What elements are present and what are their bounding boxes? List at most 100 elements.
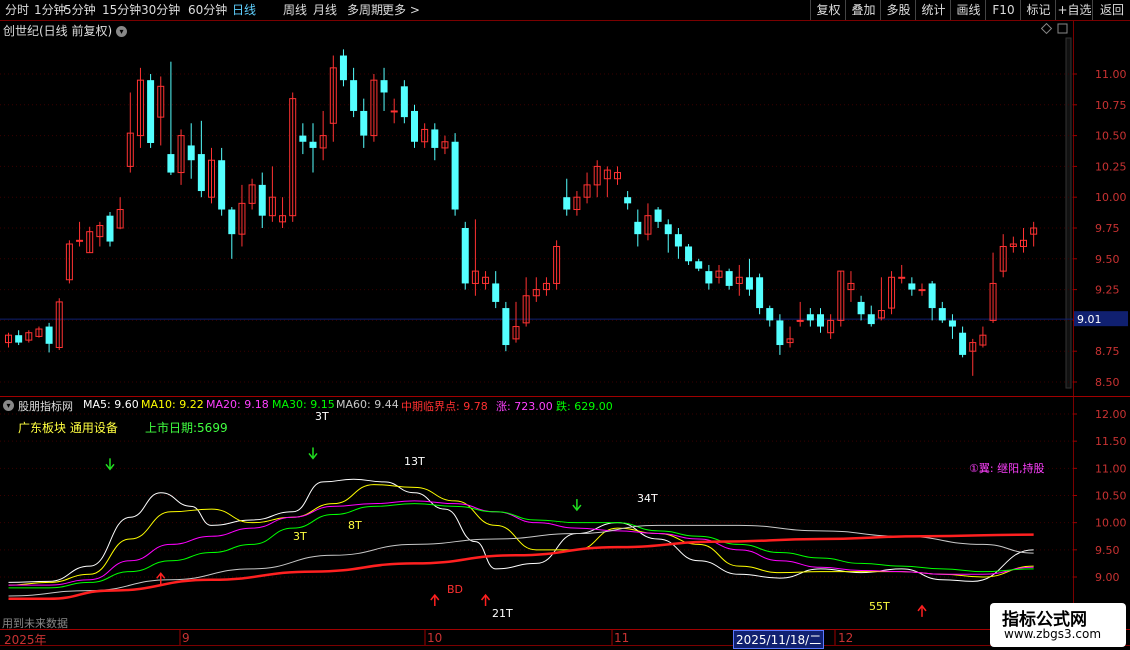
ma10-value: MA10: 9.22 <box>141 398 204 411</box>
price-tick-label: 11.00 <box>1095 68 1127 81</box>
candle-down <box>258 184 266 216</box>
candle-down <box>461 228 469 284</box>
current-price-label: 9.01 <box>1077 313 1102 326</box>
diamond-icon <box>1040 22 1053 35</box>
down-value: 跌: 629.00 <box>556 400 613 413</box>
candle-down <box>959 332 967 355</box>
candle-up <box>76 239 84 242</box>
label-8t: 8T <box>348 519 362 532</box>
candle-down <box>400 86 408 118</box>
square-icon <box>1057 23 1068 34</box>
price-tick-label: 9.75 <box>1095 222 1120 235</box>
candle-down <box>867 314 875 325</box>
candle-down <box>360 110 368 136</box>
candle-down <box>928 283 936 309</box>
chevron-down-icon[interactable]: ▾ <box>3 399 14 411</box>
candle-down <box>15 335 23 343</box>
price-tick-label: 10.25 <box>1095 160 1127 173</box>
indicator-tick-label: 11.50 <box>1095 435 1127 448</box>
candle-down <box>634 221 642 235</box>
candle-down <box>167 154 175 173</box>
candle-down <box>502 308 510 346</box>
date-year: 2025年 <box>4 633 47 647</box>
candle-down <box>563 197 571 210</box>
date-dec: 12 <box>838 631 854 645</box>
candle-down <box>908 283 916 290</box>
candle-down <box>806 314 814 321</box>
price-tick-label: 9.25 <box>1095 284 1120 297</box>
candle-down <box>948 320 956 327</box>
future-data-note: 用到未来数据 <box>2 617 68 630</box>
kline-chart: 11.00 10.75 10.50 10.25 10.00 9.75 9.50 9.25 9.0… <box>0 20 1130 646</box>
candle-up <box>898 276 906 279</box>
candle-down <box>624 197 632 204</box>
indicator-name: 股朋指标网 <box>18 400 73 413</box>
up-value: 涨: 723.00 <box>496 400 553 413</box>
label-bd: BD <box>447 583 464 596</box>
candle-down <box>695 261 703 269</box>
candle-up <box>390 110 398 113</box>
candle-down <box>339 55 347 81</box>
candle-down <box>350 80 358 111</box>
candle-down <box>745 277 753 290</box>
indicator-line-中期临界点 <box>8 533 1034 600</box>
watermark-logo: 指标公式网 www.zbgs3.com <box>990 603 1126 647</box>
candle-down <box>817 314 824 327</box>
price-tick-label: 10.00 <box>1095 191 1127 204</box>
label-3t: 3T <box>293 530 307 543</box>
date-cursor: 2025/11/18/二 <box>733 630 825 649</box>
candle-up <box>796 319 804 322</box>
indicator-line-MA5 <box>8 478 1034 583</box>
candle-down <box>147 80 155 143</box>
candle-down <box>380 80 388 93</box>
candle-down <box>451 141 459 210</box>
candle-down <box>299 135 307 142</box>
candle-down <box>685 246 693 262</box>
indicator-tick-label: 10.00 <box>1095 517 1127 530</box>
indicator-tick-label: 11.00 <box>1095 462 1127 475</box>
candle-down <box>654 209 662 222</box>
watermark-url: www.zbgs3.com <box>1004 627 1102 641</box>
scrollbar <box>1065 37 1072 389</box>
candle-down <box>197 154 205 192</box>
label-13t: 13T <box>404 455 425 468</box>
price-tick-label: 10.50 <box>1095 130 1127 143</box>
price-tick-label: 9.50 <box>1095 253 1120 266</box>
candle-down <box>45 326 53 344</box>
label-21t: 21T <box>492 607 513 620</box>
label-3t-top: 3T <box>315 410 329 423</box>
candle-up <box>918 289 926 292</box>
date-sep: 9 <box>182 631 190 645</box>
price-tick-label: 8.50 <box>1095 376 1120 389</box>
price-tick-label: 8.75 <box>1095 345 1120 358</box>
date-nov: 11 <box>614 631 630 645</box>
candle-down <box>228 209 236 235</box>
indicator-line-MA10 <box>8 484 1034 586</box>
ma5-value: MA5: 9.60 <box>83 398 139 411</box>
candle-down <box>857 301 865 315</box>
ipo-info: 上市日期:5699 <box>145 421 228 435</box>
candle-down <box>725 271 733 286</box>
candle-down <box>309 141 317 148</box>
indicator-tick-label: 12.00 <box>1095 408 1127 421</box>
indicator-tick-label: 9.50 <box>1095 544 1120 557</box>
candle-down <box>106 215 114 242</box>
candle-down <box>411 110 418 142</box>
indicator-tick-label: 9.00 <box>1095 571 1120 584</box>
ma20-value: MA20: 9.18 <box>206 398 269 411</box>
critical-value: 中期临界点: 9.78 <box>401 400 488 413</box>
signal-info: ①翼: 继阳,持股 <box>969 462 1045 475</box>
sector-info: 广东板块 通用设备 <box>18 421 118 435</box>
candle-down <box>664 224 672 235</box>
label-34t: 34T <box>637 492 658 505</box>
candle-down <box>674 234 682 247</box>
label-55t: 55T <box>869 600 890 613</box>
candle-down <box>492 283 500 302</box>
candle-down <box>776 320 784 346</box>
candle-down <box>218 160 226 210</box>
price-tick-label: 10.75 <box>1095 99 1127 112</box>
candle-down <box>766 308 774 321</box>
indicator-tick-label: 10.50 <box>1095 490 1127 503</box>
candle-down <box>705 271 713 284</box>
indicator-toggle[interactable]: ▾ <box>3 398 14 411</box>
